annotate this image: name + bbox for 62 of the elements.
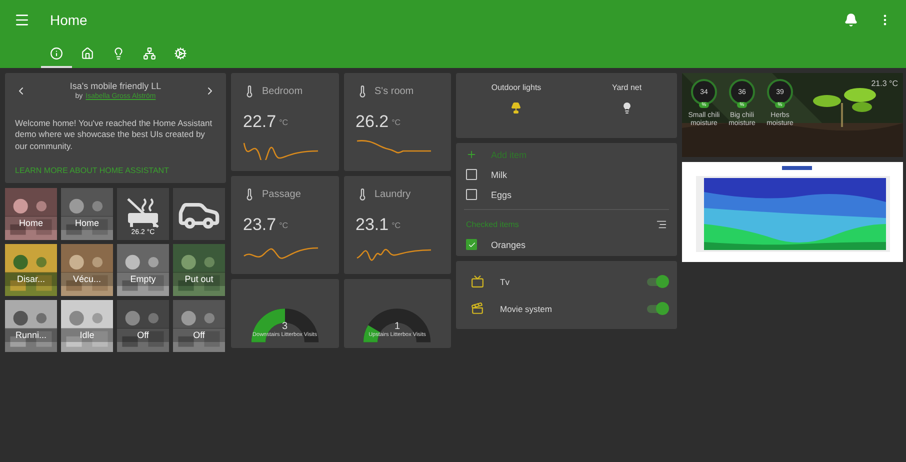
gauge-value: 1 xyxy=(394,321,400,332)
house-icon xyxy=(81,46,94,60)
switch-name: Movie system xyxy=(500,304,553,314)
tile-label: Off xyxy=(117,328,169,342)
tile-label: Idle xyxy=(61,328,113,342)
sensor-unit: °C xyxy=(392,118,401,126)
tile-label: Runni... xyxy=(5,328,57,342)
sensor-value: 22.7 xyxy=(243,112,276,132)
sensor-name: Bedroom xyxy=(262,86,303,97)
page-title: Home xyxy=(50,12,88,28)
checkbox[interactable] xyxy=(466,169,477,180)
entity-tile[interactable]: Home xyxy=(5,188,57,240)
add-icon[interactable] xyxy=(466,149,477,160)
entity-tile[interactable]: Empty xyxy=(117,244,169,296)
entity-tile[interactable]: Put out xyxy=(173,244,225,296)
tile-label: Put out xyxy=(173,272,225,286)
sensor-name: Passage xyxy=(262,189,301,200)
entity-tile[interactable]: Runni... xyxy=(5,300,57,352)
sensor-name: S's room xyxy=(374,86,414,97)
sensor-value: 23.7 xyxy=(243,215,276,235)
info-icon xyxy=(50,46,63,60)
checkbox[interactable] xyxy=(466,189,477,200)
entity-tile[interactable]: Home xyxy=(61,188,113,240)
sensor-value: 23.1 xyxy=(356,215,389,235)
tile-label: Vécu... xyxy=(61,272,113,286)
toggle-switch[interactable] xyxy=(647,304,667,312)
checkbox[interactable] xyxy=(466,239,477,250)
gauge-value: 3 xyxy=(282,321,288,332)
entity-tile[interactable]: Vécu... xyxy=(61,244,113,296)
entity-tile[interactable]: Off xyxy=(173,300,225,352)
tile-label: Off xyxy=(173,328,225,342)
sensor-unit: °C xyxy=(279,118,288,126)
item-name: Eggs xyxy=(491,190,512,200)
tile-label: Empty xyxy=(117,272,169,286)
clapperboard-icon xyxy=(471,302,484,315)
tv-icon xyxy=(471,275,484,288)
light-button[interactable]: Yard net xyxy=(612,83,642,121)
switch-name: Tv xyxy=(500,276,510,286)
entity-tile[interactable]: Disar... xyxy=(5,244,57,296)
bell-icon[interactable] xyxy=(844,13,858,27)
sensor-unit: °C xyxy=(392,220,401,230)
temperature-reading: 21.3 °C xyxy=(871,79,898,90)
sensor-name: Laundry xyxy=(374,189,411,200)
section-title: Checked items xyxy=(466,220,519,229)
item-name: Milk xyxy=(491,170,507,180)
tile-label: Disar... xyxy=(5,272,57,286)
toggle-switch[interactable] xyxy=(647,278,667,286)
sensor-unit: °C xyxy=(279,220,288,230)
network-icon xyxy=(143,46,156,60)
clear-icon[interactable] xyxy=(656,219,667,230)
tile-label: Home xyxy=(5,216,57,230)
intro-title: Isa's mobile friendly LL xyxy=(70,81,162,91)
check-icon xyxy=(468,240,476,248)
light-button[interactable]: Outdoor lights xyxy=(491,83,542,121)
item-name: Oranges xyxy=(491,240,526,250)
entity-tile[interactable] xyxy=(173,188,225,240)
menu-icon[interactable] xyxy=(14,12,30,28)
lightbulb-icon xyxy=(112,46,125,60)
entity-tile[interactable]: Idle xyxy=(61,300,113,352)
tile-label: Home xyxy=(61,216,113,230)
welcome-text: Welcome home! You've reached the Home Assistant demo where we showcase the best UIs created by our community. xyxy=(15,118,214,152)
sensor-value: 26.2 xyxy=(356,112,389,132)
